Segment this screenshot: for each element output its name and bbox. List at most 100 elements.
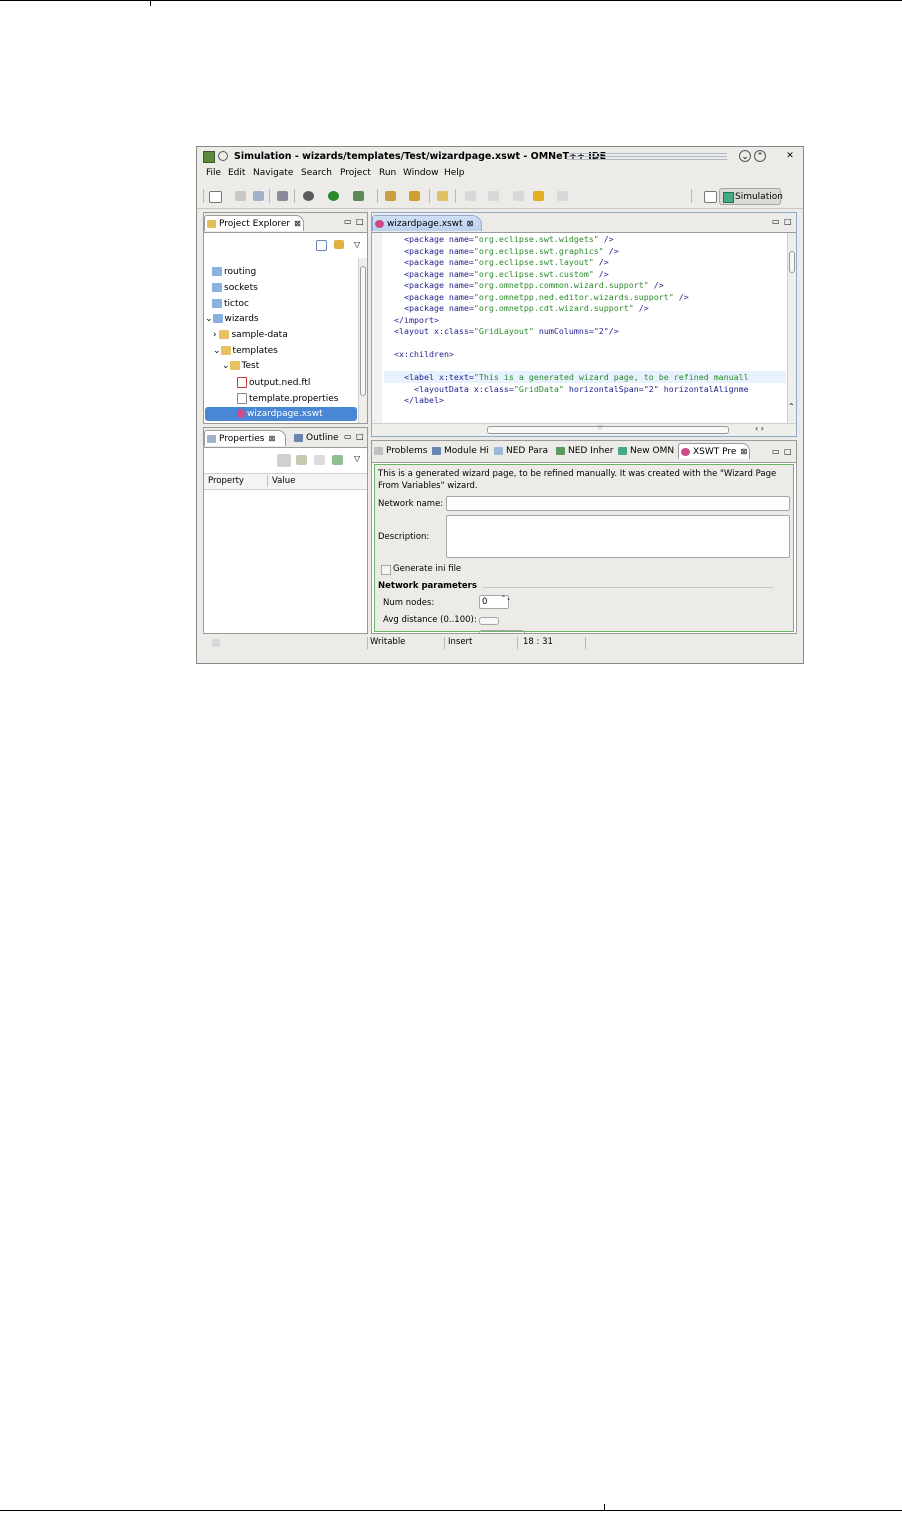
folder-icon [229,361,240,370]
window-minimize-button[interactable]: ⌄ [739,150,751,162]
collapse-all-icon[interactable] [316,240,327,251]
previous-annotation-icon[interactable] [488,191,499,201]
show-categories-icon[interactable] [277,454,291,467]
minimize-view-icon[interactable]: ▭ [344,217,352,226]
tab-module-hierarchy[interactable]: Module Hi [430,443,492,459]
run-icon[interactable] [328,191,339,201]
scroll-arrows-icon[interactable]: ‹ › [755,424,764,433]
search-tools-icon[interactable] [385,191,396,201]
menu-search[interactable]: Search [301,168,332,178]
tab-wizardpage-xswt[interactable]: wizardpage.xswt ⊠ [372,215,482,231]
section-divider [483,587,773,588]
scrollbar-thumb[interactable] [789,251,795,273]
close-icon[interactable]: ⊠ [467,216,474,232]
window-menu-icon[interactable] [218,151,228,161]
back-arrow-icon[interactable] [533,191,544,201]
editor-horizontal-scrollbar[interactable]: ⦙⦙⦙ ‹ › [372,423,796,436]
status-writable: Writable [370,637,406,647]
print-icon[interactable] [253,191,264,201]
next-annotation-icon[interactable] [465,191,476,201]
tab-properties[interactable]: Properties ⊠ [204,430,286,446]
tree-item[interactable]: routing [212,267,256,278]
tree-item[interactable]: › sample-data [213,330,288,341]
menu-run[interactable]: Run [379,168,396,178]
fast-view-icon[interactable] [212,639,220,647]
view-menu-icon[interactable]: ▽ [354,240,360,249]
expand-chevron-icon[interactable]: ⌄ [205,314,213,324]
num-nodes-spinner[interactable]: 0 ⌃⌄ [479,595,511,609]
expand-chevron-icon[interactable]: ⌄ [222,361,230,371]
menu-edit[interactable]: Edit [228,168,245,178]
close-icon[interactable]: ⊠ [740,444,747,460]
editor-vertical-scrollbar[interactable]: ⌃⌄ [787,233,796,423]
minimize-view-icon[interactable]: ▭ [772,217,780,226]
window-close-button[interactable]: ✕ [784,150,796,162]
menu-navigate[interactable]: Navigate [253,168,293,178]
description-textarea[interactable] [446,515,790,558]
project-explorer-tabstrip: Project Explorer ⊠ ▭ □ [204,213,367,233]
build-icon[interactable] [277,191,288,201]
restore-default-icon[interactable] [332,455,343,465]
tree-item[interactable]: ⌄ Test [222,361,259,372]
tab-project-explorer[interactable]: Project Explorer ⊠ [204,215,304,231]
last-edit-icon[interactable] [513,191,524,201]
menu-file[interactable]: File [206,168,221,178]
tab-problems[interactable]: Problems [372,443,430,459]
maximize-view-icon[interactable]: □ [784,447,792,456]
debug-icon[interactable] [303,191,314,201]
tree-item[interactable]: ⌄ templates [213,346,278,357]
show-advanced-icon[interactable] [296,455,307,465]
save-icon[interactable] [235,191,246,201]
tree-item[interactable]: ⌄ wizards [205,314,259,325]
tree-item[interactable]: sockets [212,283,258,294]
network-name-input[interactable] [446,496,790,511]
close-icon[interactable]: ⊠ [294,216,301,232]
scroll-arrows-icon[interactable]: ⌃⌄ [788,403,796,411]
menu-window[interactable]: Window [403,168,439,178]
spinner-arrows-icon[interactable]: ⌃⌄ [501,596,511,602]
minimize-view-icon[interactable]: ▭ [772,447,780,456]
tab-ned-inheritance[interactable]: NED Inher [554,443,616,459]
maximize-view-icon[interactable]: □ [356,217,364,226]
tree-item-selected[interactable]: wizardpage.xswt [205,407,357,421]
simulation-perspective-icon [723,192,734,203]
avg-distance-slider[interactable] [479,617,499,625]
view-menu-icon[interactable]: ▽ [354,454,360,463]
link-with-editor-icon[interactable] [334,240,344,249]
tab-outline[interactable]: Outline [292,430,342,446]
window-maximize-button[interactable]: ⌃ [754,150,766,162]
filter-icon[interactable] [314,455,325,465]
tab-ned-parameters[interactable]: NED Para [492,443,554,459]
scrollbar-thumb[interactable]: ⦙⦙⦙ [487,424,729,434]
tree-item[interactable]: template.properties [237,393,338,405]
tree-item[interactable]: output.ned.ftl [237,377,310,389]
open-perspective-icon[interactable] [704,191,717,203]
code-editor[interactable]: <package name="org.eclipse.swt.widgets" … [372,233,786,423]
column-header-property[interactable]: Property [208,476,244,486]
simulation-perspective-button[interactable]: Simulation [719,188,783,205]
menu-help[interactable]: Help [444,168,465,178]
tab-xswt-preview[interactable]: XSWT Pre ⊠ [678,443,750,459]
properties-view: Properties ⊠ Outline ▭ □ ▽ Property Value [203,427,368,634]
tree-item[interactable]: tictoc [212,299,249,310]
title-bar[interactable]: Simulation - wizards/templates/Test/wiza… [197,147,803,167]
profile-icon[interactable] [353,191,364,201]
column-header-value[interactable]: Value [272,476,295,486]
tab-new-omnetpp[interactable]: New OMN [616,443,678,459]
maximize-view-icon[interactable]: □ [356,432,364,441]
window-title: Simulation - wizards/templates/Test/wiza… [234,151,607,162]
generate-ini-checkbox[interactable] [381,565,391,575]
menu-project[interactable]: Project [340,168,371,178]
edit-icon[interactable] [437,191,448,201]
minimize-view-icon[interactable]: ▭ [344,432,352,441]
project-explorer-scrollbar[interactable] [358,258,367,423]
expand-chevron-icon[interactable]: › [213,330,217,340]
ftl-file-icon [237,377,247,388]
maximize-view-icon[interactable]: □ [784,217,792,226]
open-folder-icon[interactable] [409,191,420,201]
close-icon[interactable]: ⊠ [268,431,275,447]
expand-chevron-icon[interactable]: ⌄ [213,346,221,356]
forward-arrow-icon[interactable] [557,191,568,201]
scrollbar-thumb[interactable] [360,266,366,396]
new-wizard-icon[interactable] [209,191,222,203]
